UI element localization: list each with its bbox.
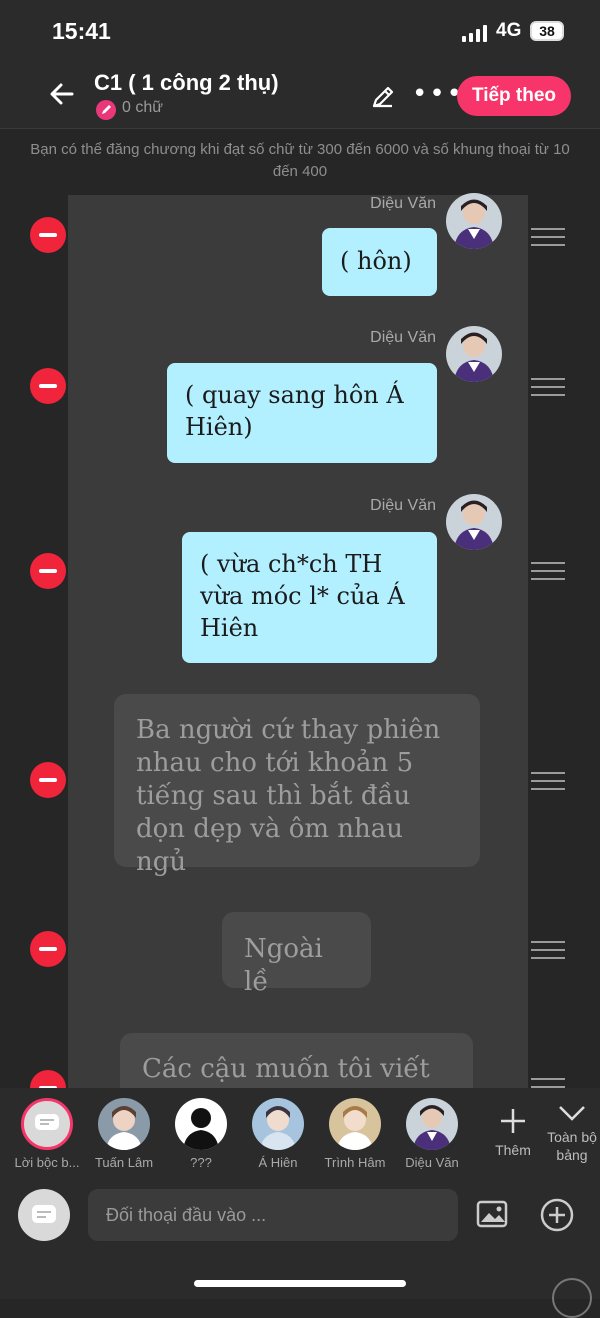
speaker-avatar[interactable] — [446, 193, 502, 249]
character-label: ??? — [190, 1155, 212, 1170]
delete-row-button[interactable] — [30, 762, 66, 798]
character-a-hien[interactable]: Á Hiên — [239, 1098, 317, 1170]
drag-handle-icon[interactable] — [531, 772, 565, 792]
dialogue-bubble[interactable]: ( hôn) — [322, 228, 437, 296]
speaker-name: Diệu Văn — [370, 497, 436, 514]
chevron-down-icon — [559, 1106, 585, 1121]
header: C1 ( 1 công 2 thụ) 0 chữ ••• Tiếp theo — [0, 62, 600, 129]
chapter-title[interactable]: C1 ( 1 công 2 thụ) — [94, 70, 279, 96]
chat-bubble-icon — [32, 1205, 56, 1223]
all-label: Toàn bộ bảng — [547, 1129, 597, 1163]
home-indicator — [194, 1280, 406, 1287]
add-label: Thêm — [495, 1142, 531, 1158]
drag-handle-icon[interactable] — [531, 378, 565, 398]
narration-bubble[interactable]: Ba người cứ thay phiên nhau cho tới khoả… — [114, 694, 480, 877]
speaker-avatar[interactable] — [446, 326, 502, 382]
speaker-name: Diệu Văn — [370, 329, 436, 346]
add-character-button[interactable]: Thêm — [488, 1106, 538, 1158]
avatar — [175, 1098, 227, 1150]
delete-row-button[interactable] — [30, 1070, 66, 1090]
character-narration[interactable]: Lời bộc b... — [8, 1098, 86, 1170]
speaker-avatar[interactable] — [446, 494, 502, 550]
all-characters-button[interactable]: Toàn bộ bảng — [540, 1102, 600, 1164]
speaker-name: Diệu Văn — [370, 195, 436, 212]
dialogue-type-button[interactable] — [18, 1189, 70, 1241]
network-type: 4G — [496, 20, 522, 41]
character-dieu-van[interactable]: Diệu Văn — [393, 1098, 471, 1170]
avatar — [329, 1098, 381, 1150]
character-unknown[interactable]: ??? — [162, 1098, 240, 1170]
avatar — [406, 1098, 458, 1150]
scroll-top-button[interactable] — [552, 1278, 592, 1318]
status-bar: 15:41 4G 38 — [0, 0, 600, 62]
drag-handle-icon[interactable] — [531, 562, 565, 582]
narration-bubble[interactable]: Các cậu muốn tôi viết ai — [120, 1033, 473, 1088]
dialogue-input[interactable]: Đối thoại đầu vào ... — [88, 1189, 458, 1241]
dialogue-bubble[interactable]: ( quay sang hôn Á Hiên) — [167, 363, 437, 463]
image-icon[interactable] — [476, 1200, 508, 1228]
narration-bubble[interactable]: Ngoài lề — [222, 912, 371, 997]
drag-handle-icon[interactable] — [531, 228, 565, 248]
status-time: 15:41 — [52, 18, 111, 44]
character-label: Tuấn Lâm — [94, 1155, 154, 1170]
signal-icon — [462, 24, 487, 42]
plus-icon — [501, 1109, 525, 1133]
edit-pencil-icon[interactable] — [370, 84, 396, 110]
delete-row-button[interactable] — [30, 931, 66, 967]
battery-icon: 38 — [530, 21, 564, 41]
battery-level: 38 — [539, 23, 555, 39]
avatar — [252, 1098, 304, 1150]
delete-row-button[interactable] — [30, 553, 66, 589]
character-label: Trình Hâm — [324, 1155, 386, 1170]
bottom-panel: Lời bộc b... Tuấn Lâm ??? Á Hiên Trình H… — [0, 1088, 600, 1318]
add-circle-icon[interactable] — [540, 1198, 574, 1232]
dialogue-bubble[interactable]: ( vừa ch*ch TH vừa móc l* của Á Hiên — [182, 532, 437, 663]
pencil-badge-icon — [96, 100, 116, 120]
delete-row-button[interactable] — [30, 217, 66, 253]
character-tuan-lam[interactable]: Tuấn Lâm — [85, 1098, 163, 1170]
posting-requirements-notice: Bạn có thể đăng chương khi đạt số chữ từ… — [30, 141, 570, 180]
character-label: Á Hiên — [258, 1155, 298, 1170]
character-label: Lời bộc b... — [14, 1155, 80, 1170]
drag-handle-icon[interactable] — [531, 1078, 565, 1088]
character-trinh-ham[interactable]: Trình Hâm — [316, 1098, 394, 1170]
word-count: 0 chữ — [122, 99, 163, 116]
character-label: Diệu Văn — [405, 1155, 459, 1170]
next-button[interactable]: Tiếp theo — [457, 76, 571, 116]
narration-icon — [21, 1098, 73, 1150]
drag-handle-icon[interactable] — [531, 941, 565, 961]
back-arrow-icon[interactable] — [46, 78, 78, 110]
avatar — [98, 1098, 150, 1150]
delete-row-button[interactable] — [30, 368, 66, 404]
